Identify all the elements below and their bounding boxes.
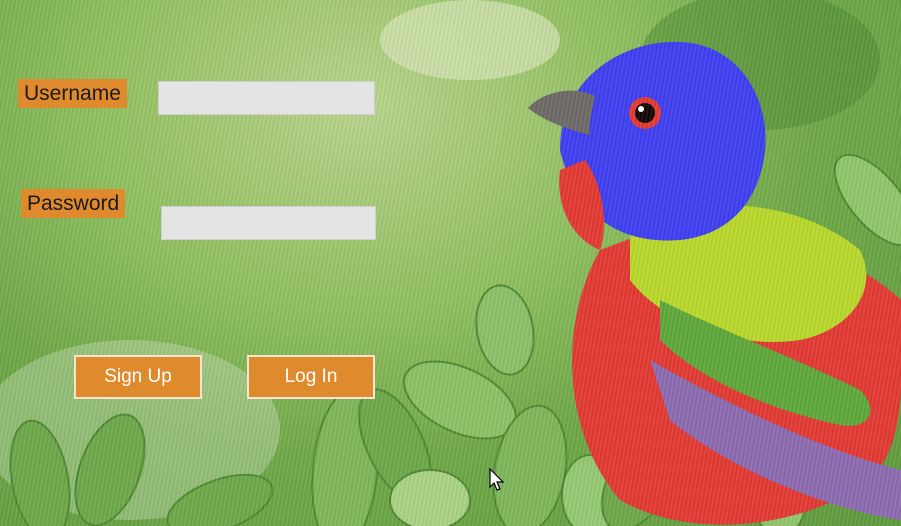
log-in-button[interactable]: Log In: [247, 355, 375, 399]
login-screen: Username Password Sign Up Log In: [0, 0, 901, 526]
background-photo: [0, 0, 901, 526]
password-field[interactable]: [161, 206, 376, 240]
mouse-cursor-icon: [489, 468, 505, 491]
bird: [528, 41, 901, 525]
password-label: Password: [21, 189, 126, 218]
username-label: Username: [18, 79, 127, 108]
username-field[interactable]: [158, 81, 375, 115]
sign-up-button[interactable]: Sign Up: [74, 355, 202, 399]
